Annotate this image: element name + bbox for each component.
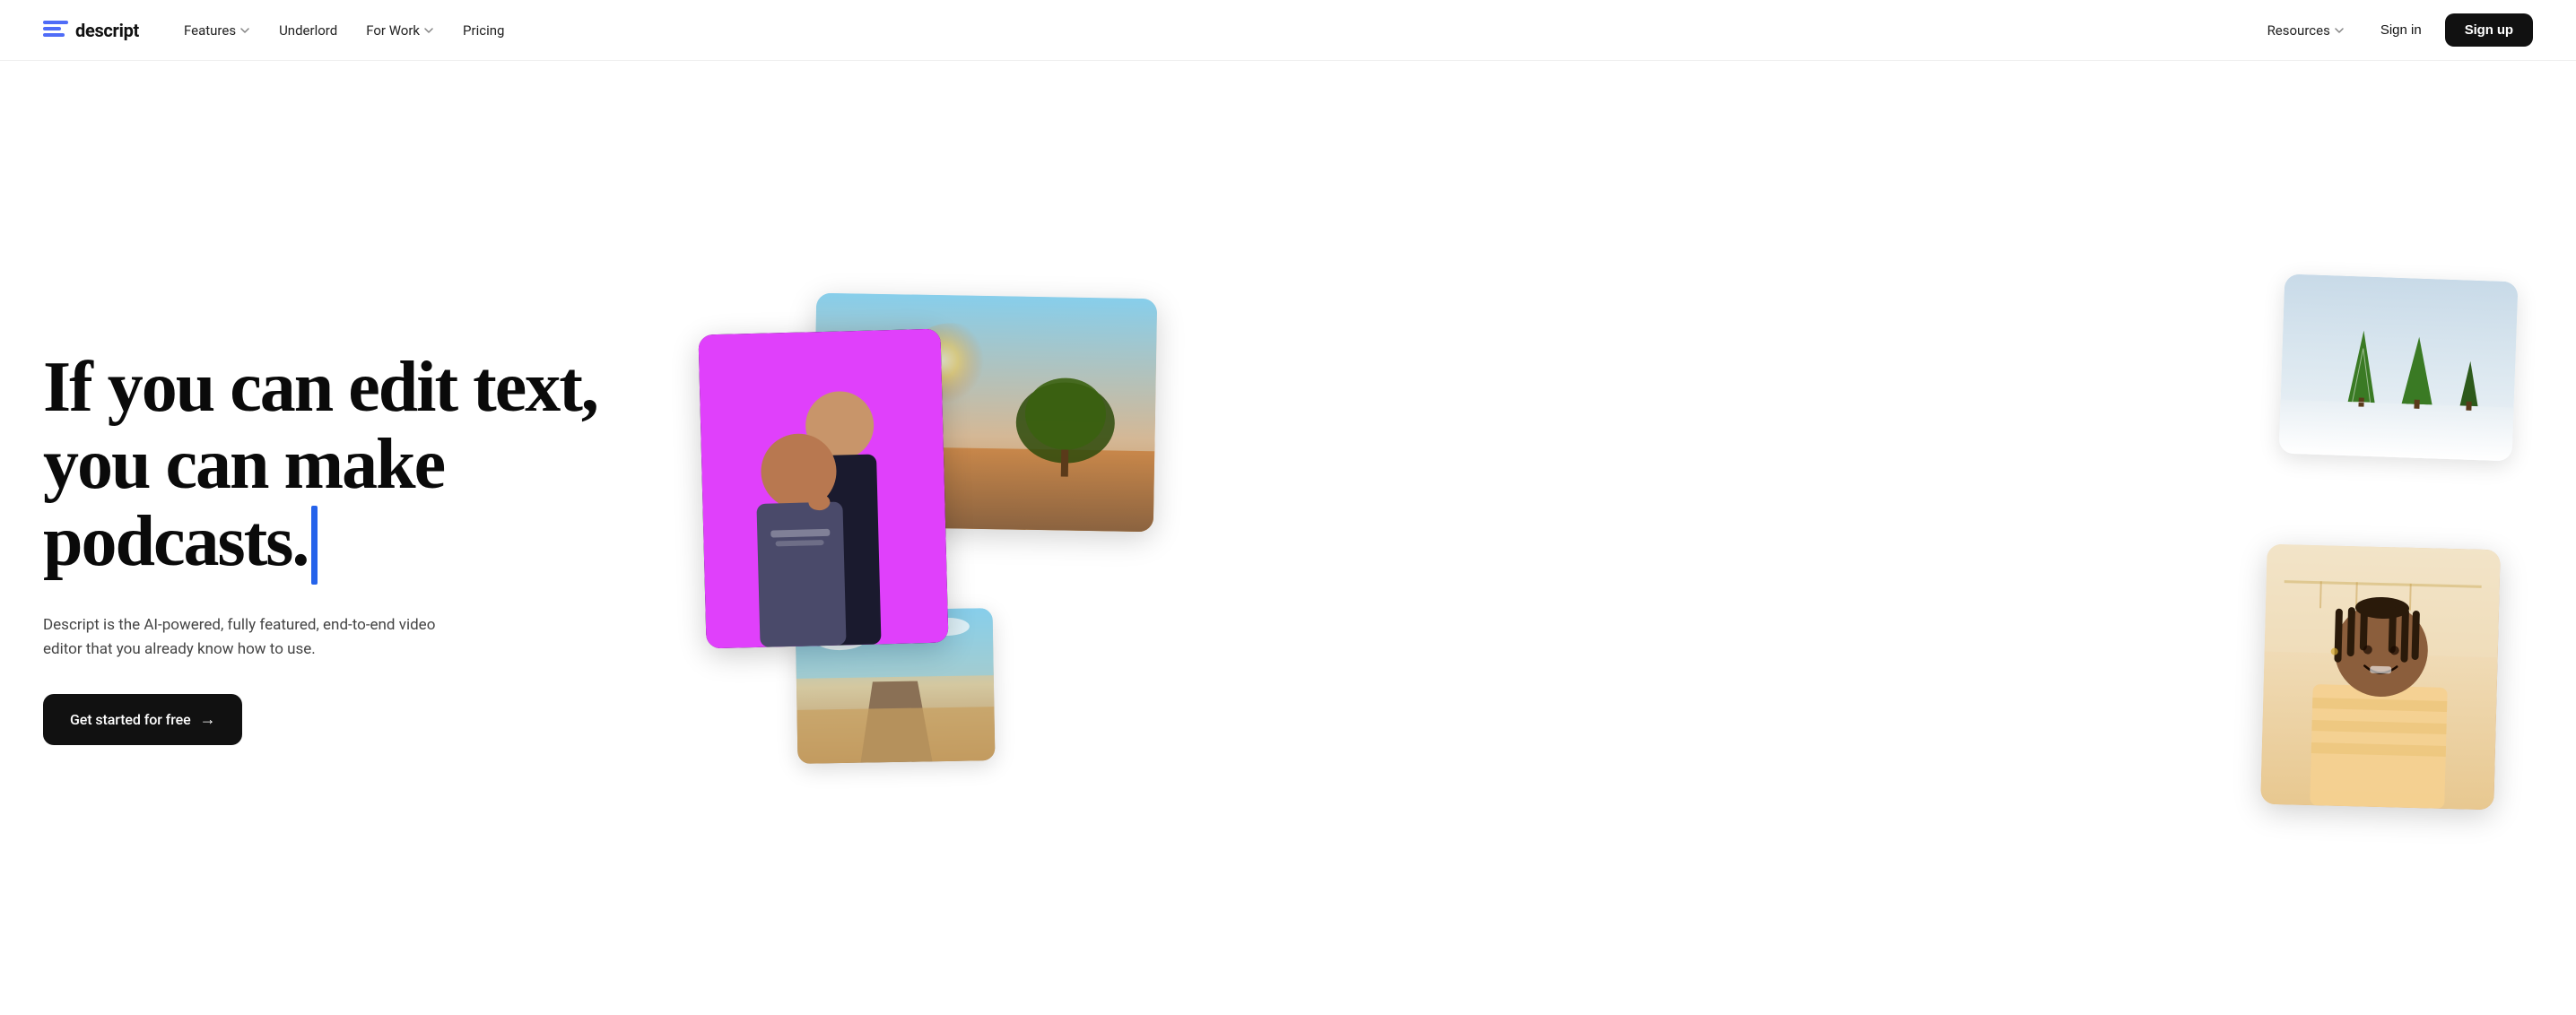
hero-images [653, 260, 2533, 834]
chevron-down-icon-3 [2334, 25, 2345, 36]
image-woman [2260, 544, 2501, 811]
nav-link-for-work[interactable]: For Work [353, 15, 447, 46]
sign-up-button[interactable]: Sign up [2445, 13, 2533, 47]
nav-link-resources[interactable]: Resources [2255, 15, 2357, 46]
hero-content: If you can edit text, you can make podca… [43, 349, 653, 746]
logo[interactable]: descript [43, 20, 139, 41]
two-people-svg [698, 329, 948, 649]
woman-svg [2260, 544, 2501, 811]
cta-arrow: → [200, 710, 216, 729]
snow-scene-svg [2279, 274, 2519, 462]
image-two-people [698, 329, 948, 649]
cursor-bar [311, 506, 318, 585]
logo-icon [43, 21, 68, 40]
nav-link-underlord[interactable]: Underlord [266, 15, 350, 46]
nav-link-features[interactable]: Features [171, 15, 263, 46]
logo-text: descript [75, 20, 139, 41]
hero-heading-line1: If you can edit text, [43, 349, 653, 426]
navbar: descript Features Underlord For Work Pri… [0, 0, 2576, 61]
hero-heading-line2: you can make podcasts. [43, 426, 653, 588]
sign-in-button[interactable]: Sign in [2364, 14, 2438, 46]
nav-left: descript Features Underlord For Work Pri… [43, 15, 517, 46]
chevron-down-icon-2 [423, 25, 434, 36]
nav-link-pricing[interactable]: Pricing [450, 15, 517, 46]
hero-section: If you can edit text, you can make podca… [0, 61, 2576, 1015]
chevron-down-icon [239, 25, 250, 36]
cta-button[interactable]: Get started for free → [43, 694, 242, 745]
nav-right: Resources Sign in Sign up [2255, 13, 2533, 47]
image-snow-scene [2279, 274, 2519, 462]
hero-heading: If you can edit text, you can make podca… [43, 349, 653, 588]
hero-subtext: Descript is the AI-powered, fully featur… [43, 613, 456, 662]
nav-links: Features Underlord For Work Pricing [171, 15, 517, 46]
